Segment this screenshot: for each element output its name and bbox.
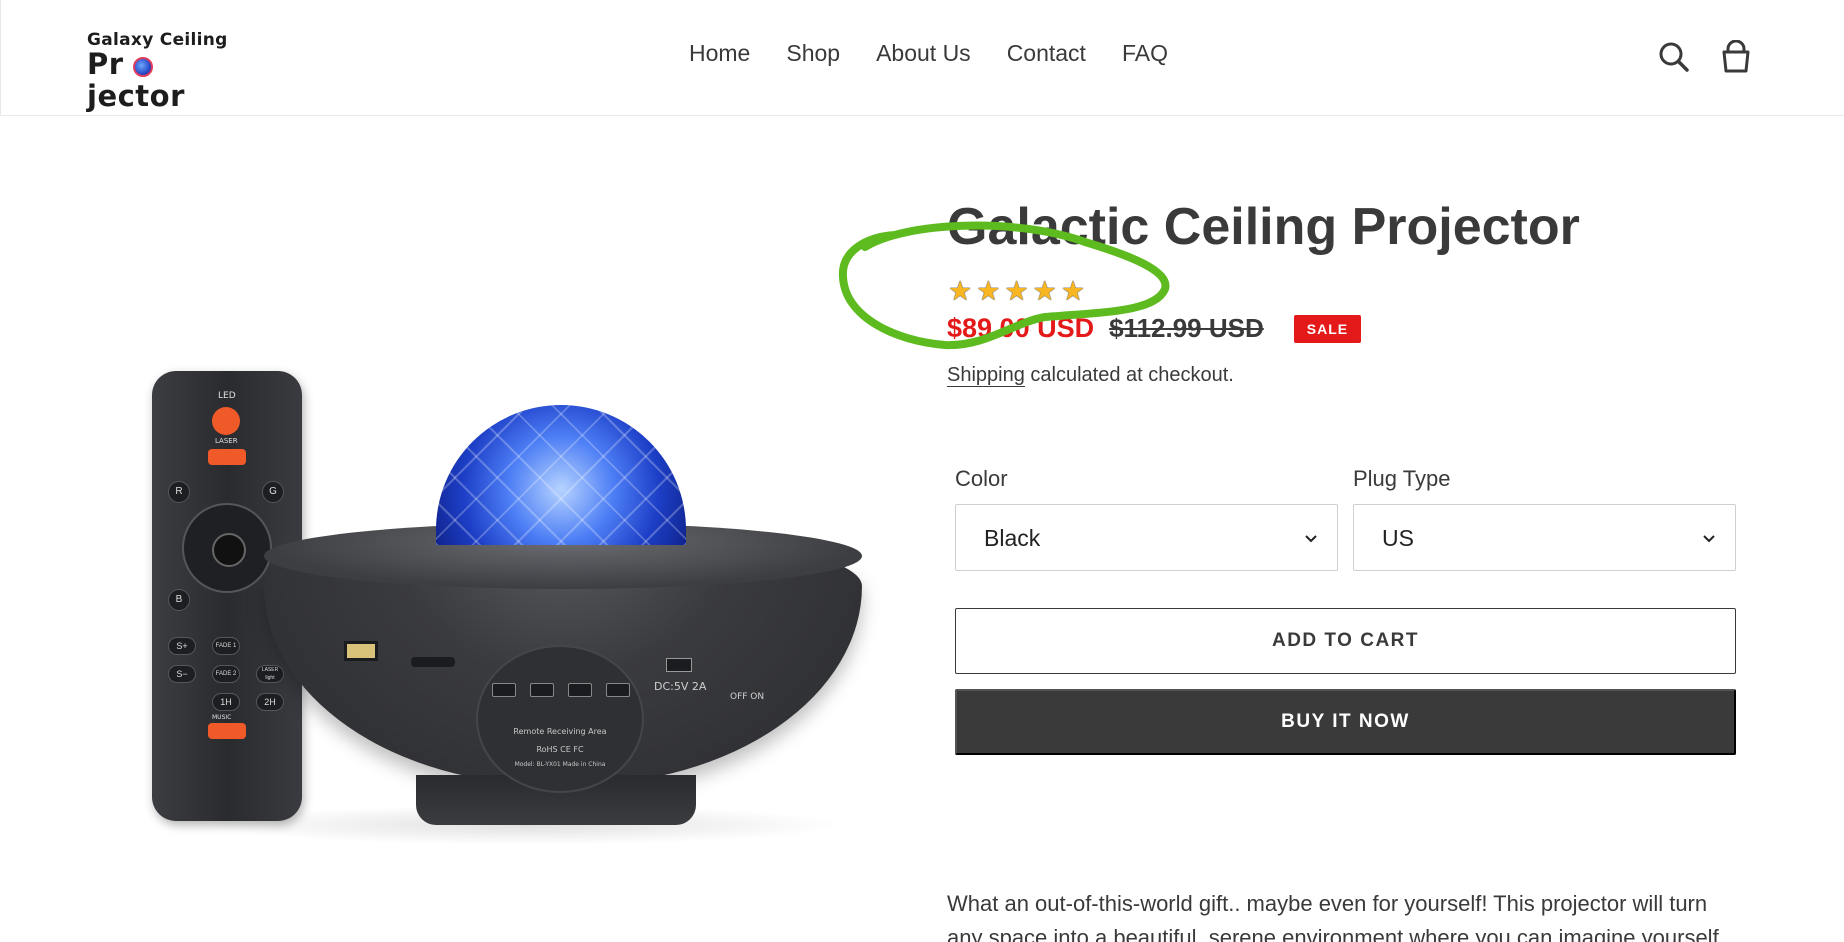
remote-label-fade1: FADE 1 xyxy=(212,637,240,655)
control-panel-image: Remote Receiving Area RoHS CE FC Model: … xyxy=(476,645,644,793)
nav-about-us[interactable]: About Us xyxy=(876,40,971,67)
search-icon[interactable] xyxy=(1657,40,1691,74)
remote-label-laser: LASER xyxy=(215,437,238,445)
logo-line2-pre: Pr xyxy=(87,47,124,81)
projector-dome-image xyxy=(436,405,686,545)
color-select-value: Black xyxy=(984,525,1041,551)
shipping-text: calculated at checkout. xyxy=(1024,364,1234,386)
remote-label-r: R xyxy=(168,481,190,503)
shipping-link[interactable]: Shipping xyxy=(947,364,1025,387)
site-logo[interactable]: Galaxy Ceiling Prjector xyxy=(87,30,237,112)
remote-label-1h: 1H xyxy=(212,693,240,711)
cart-icon[interactable] xyxy=(1719,40,1753,74)
plug-type-select[interactable]: US xyxy=(1353,504,1736,571)
remote-label-2h: 2H xyxy=(256,693,284,711)
mic-icon xyxy=(212,533,246,567)
color-label: Color xyxy=(955,466,1008,491)
remote-label-g: G xyxy=(262,481,284,503)
site-header: Galaxy Ceiling Prjector Home Shop About … xyxy=(0,0,1844,116)
laser-button-image xyxy=(208,449,246,465)
remote-label-laser-light: LASER light xyxy=(256,665,284,683)
remote-label-fade2: FADE 2 xyxy=(212,665,240,683)
plug-type-label: Plug Type xyxy=(1353,466,1451,491)
onoff-label: OFF ON xyxy=(730,692,765,702)
logo-line2-post: jector xyxy=(87,79,185,113)
green-annotation-scribble xyxy=(838,221,1170,350)
usb-port-icon xyxy=(344,641,378,661)
remote-label-s-minus: S− xyxy=(168,665,196,683)
panel-text-3: Model: BL-YX01 Made in China xyxy=(514,761,606,768)
plug-type-select-value: US xyxy=(1382,525,1414,551)
description-line-2: any space into a beautiful, serene envir… xyxy=(947,925,1719,942)
buy-it-now-button[interactable]: BUY IT NOW xyxy=(955,689,1736,755)
nav-home[interactable]: Home xyxy=(689,40,750,67)
slider-slot-image xyxy=(411,657,455,667)
nav-faq[interactable]: FAQ xyxy=(1122,40,1168,67)
add-to-cart-button[interactable]: ADD TO CART xyxy=(955,608,1736,674)
music-power-icon xyxy=(208,723,246,739)
dc-label: DC:5V 2A xyxy=(654,680,707,693)
shipping-note: Shipping calculated at checkout. xyxy=(947,364,1234,387)
dome-facets xyxy=(436,405,686,545)
sale-badge: SALE xyxy=(1293,314,1362,343)
dc-port-icon xyxy=(666,658,692,672)
main-nav: Home Shop About Us Contact FAQ xyxy=(689,40,1168,67)
color-select[interactable]: Black xyxy=(955,504,1338,571)
description-line-1: What an out-of-this-world gift.. maybe e… xyxy=(947,891,1708,916)
panel-key xyxy=(492,683,516,697)
panel-key xyxy=(568,683,592,697)
remote-label-led: LED xyxy=(218,391,236,401)
panel-text-1: Remote Receiving Area xyxy=(513,727,607,736)
planet-icon xyxy=(133,57,153,77)
remote-label-s-plus: S+ xyxy=(168,637,196,655)
chevron-down-icon xyxy=(1305,535,1317,543)
nav-shop[interactable]: Shop xyxy=(786,40,840,67)
panel-key xyxy=(606,683,630,697)
panel-text-2: RoHS CE FC xyxy=(536,745,584,754)
remote-label-b: B xyxy=(168,589,190,611)
nav-contact[interactable]: Contact xyxy=(1007,40,1086,67)
remote-label-music: MUSIC xyxy=(212,714,232,721)
power-icon xyxy=(212,407,240,435)
product-description: What an out-of-this-world gift.. maybe e… xyxy=(947,887,1747,942)
chevron-down-icon xyxy=(1703,535,1715,543)
panel-key xyxy=(530,683,554,697)
logo-line2: Prjector xyxy=(87,48,237,112)
dpad-image xyxy=(182,503,272,593)
product-image[interactable]: LED LASER R G B S+ FADE 1 S− FADE 2 LASE… xyxy=(106,205,902,885)
